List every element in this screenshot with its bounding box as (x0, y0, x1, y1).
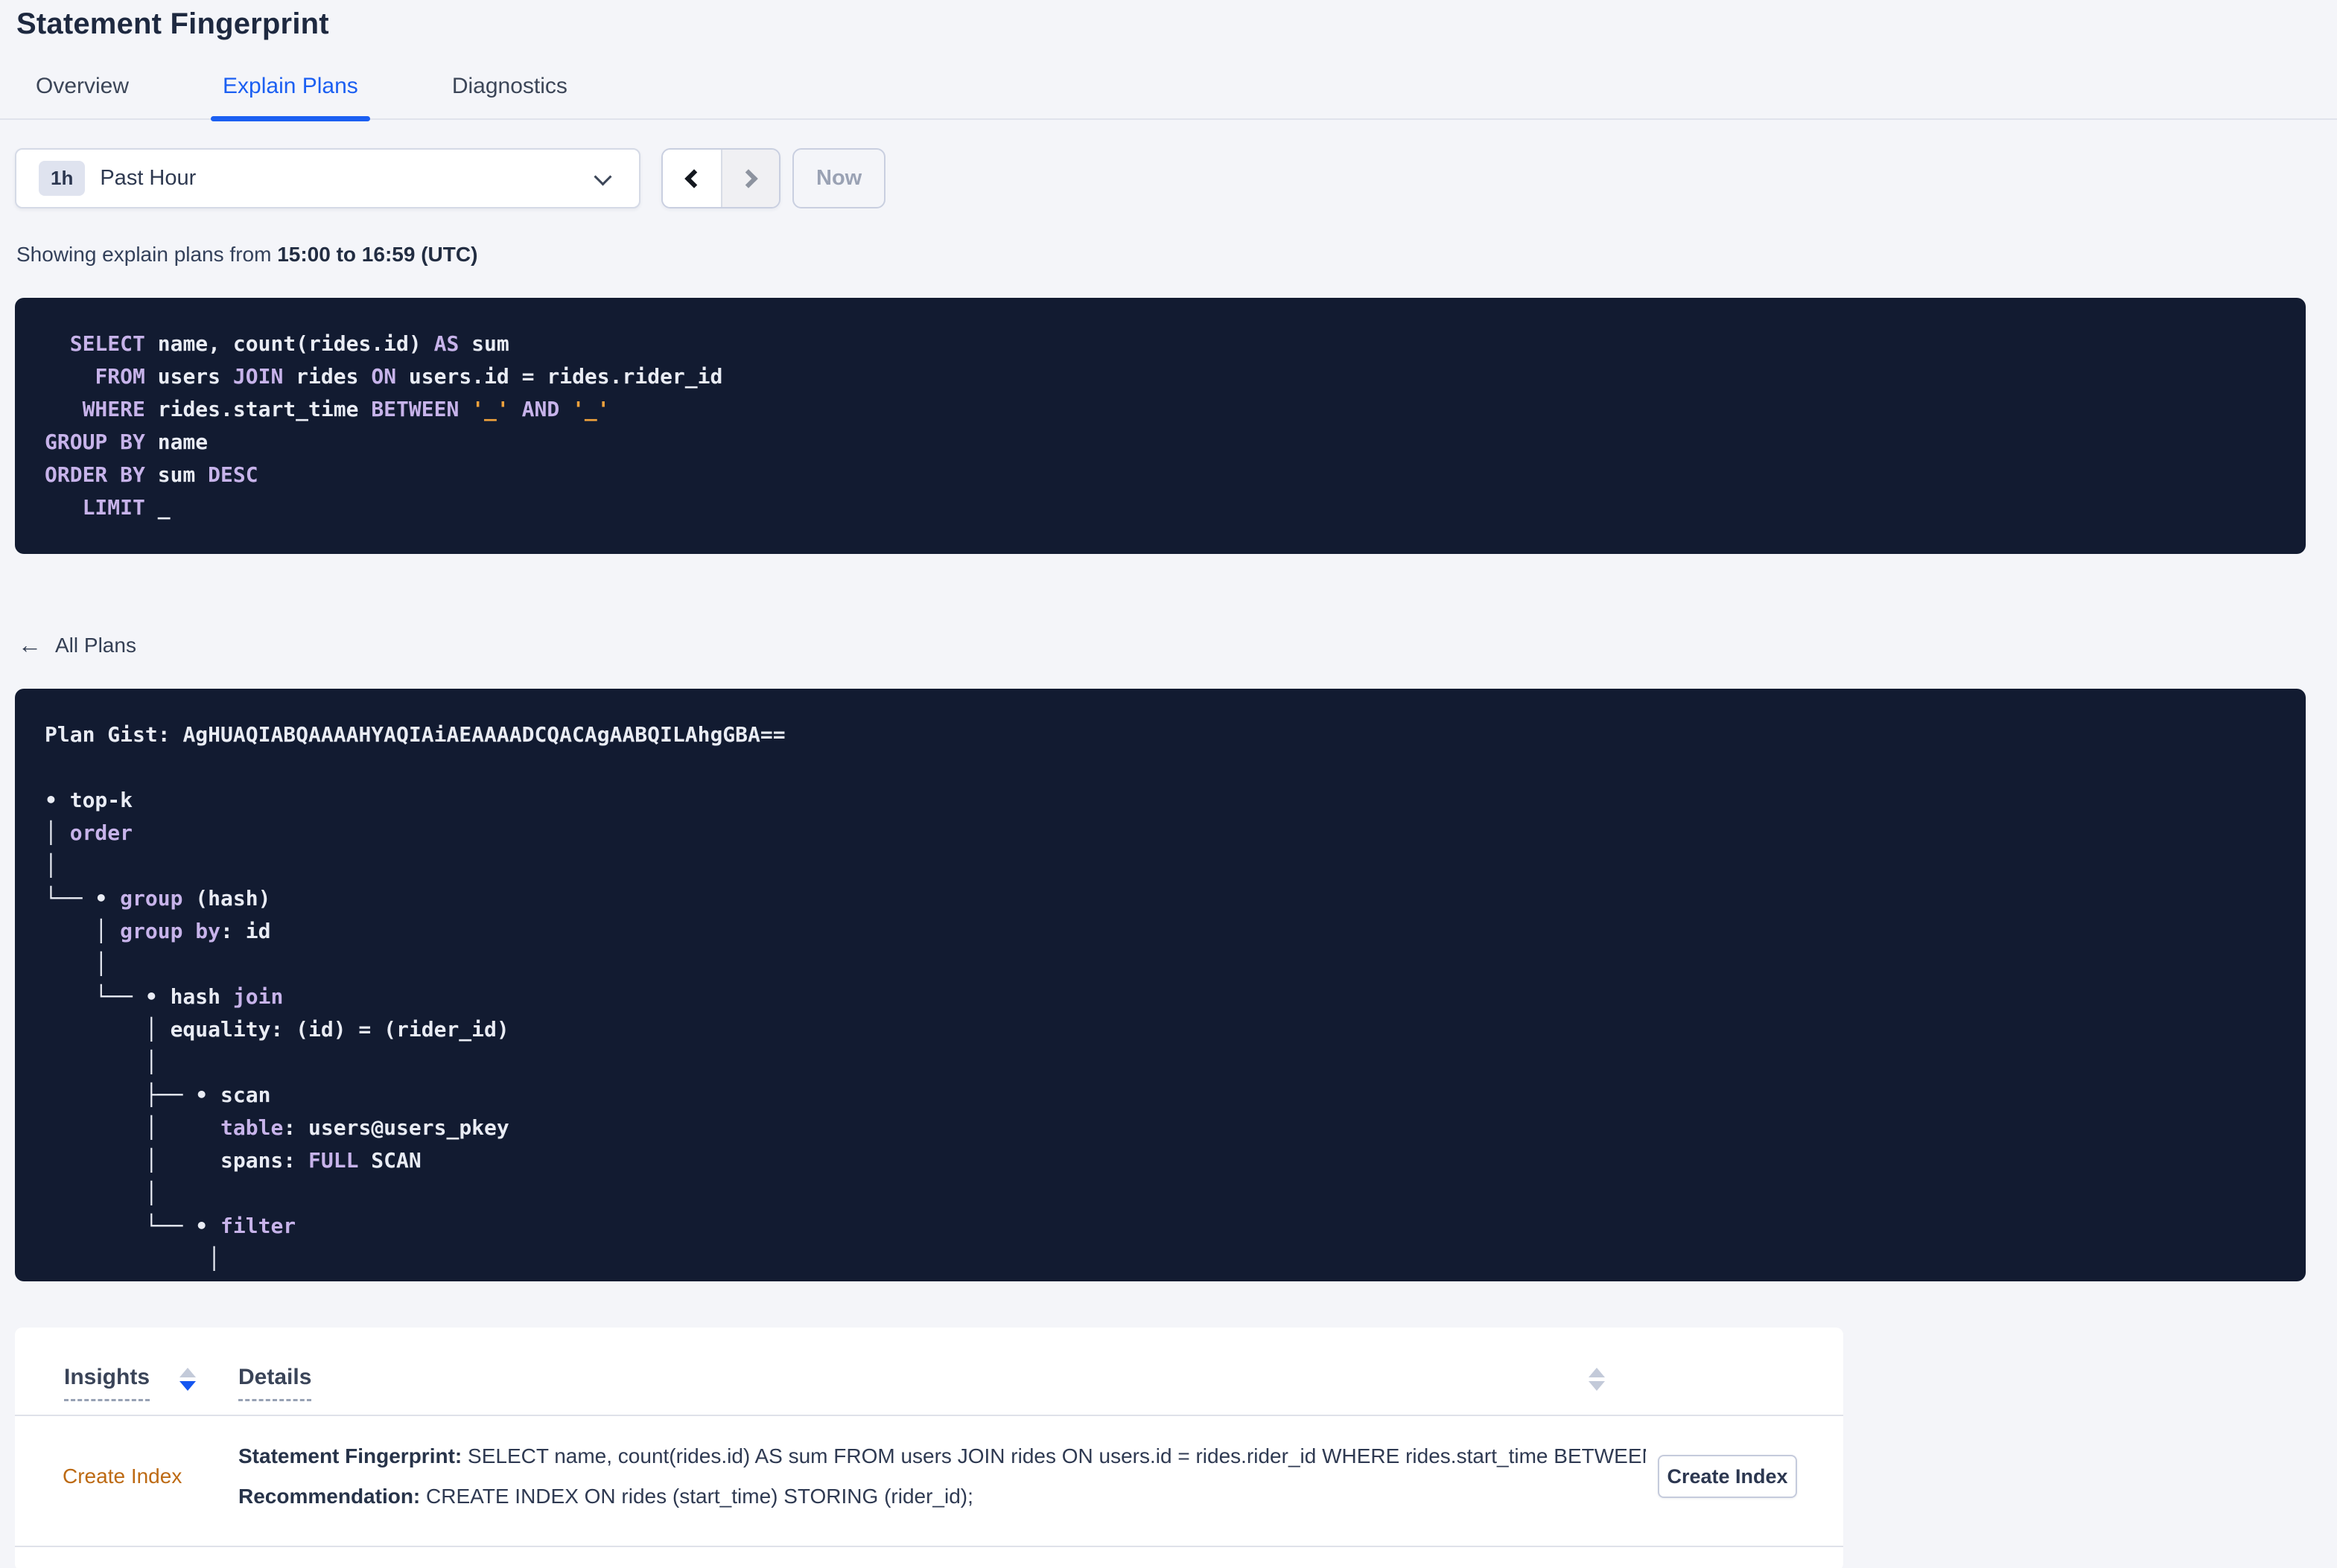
table-row: Create Index Statement Fingerprint: SELE… (15, 1416, 1843, 1508)
details-column-header[interactable]: Details (238, 1365, 1843, 1401)
insight-details: Statement Fingerprint: SELECT name, coun… (238, 1444, 1646, 1508)
statement-fingerprint-label: Statement Fingerprint: (238, 1444, 462, 1467)
time-range-caption: Showing explain plans from 15:00 to 16:5… (16, 243, 2337, 267)
table-footer-spacer (15, 1547, 1843, 1568)
sort-icon-insights (179, 1368, 197, 1391)
code-line: GROUP BY name (45, 430, 209, 454)
time-interval-arrows (661, 148, 780, 208)
code-line: SELECT name, count(rides.id) AS sum (69, 331, 509, 356)
recommendation-text: CREATE INDEX ON rides (start_time) STORI… (420, 1485, 973, 1508)
all-plans-link[interactable]: All Plans (18, 631, 136, 659)
insights-table-card: Insights Details Create Index Statement … (15, 1328, 1843, 1568)
recommendation-line: Recommendation: CREATE INDEX ON rides (s… (238, 1485, 1646, 1508)
code-line: │ group by: id (45, 919, 271, 943)
code-line: │ order (45, 820, 133, 845)
details-header-label: Details (238, 1365, 312, 1401)
sort-icon-details (1589, 1368, 1605, 1401)
code-line: └── • group (hash) (45, 886, 271, 911)
tab-diagnostics[interactable]: Diagnostics (440, 74, 579, 118)
chevron-down-icon (594, 168, 612, 186)
insight-type-link[interactable]: Create Index (63, 1465, 238, 1488)
code-line: ├── • scan (45, 1083, 271, 1107)
now-button[interactable]: Now (792, 148, 886, 208)
code-line: │ (45, 853, 57, 878)
statement-fingerprint-line: Statement Fingerprint: SELECT name, coun… (238, 1444, 1646, 1468)
code-line: │ equality: (id) = (rider_id) (45, 1017, 509, 1042)
caption-range: 15:00 to 16:59 (UTC) (277, 243, 478, 266)
sort-up-arrow (179, 1368, 197, 1377)
code-line: │ (45, 1050, 158, 1074)
explain-plan-panel: Plan Gist: AgHUAQIABQAAAAHYAQIAiAEAAAADC… (15, 689, 2306, 1281)
code-line: FROM users JOIN rides ON users.id = ride… (95, 364, 723, 389)
code-line: LIMIT _ (82, 495, 171, 520)
tab-bar: Overview Explain Plans Diagnostics (0, 74, 2337, 121)
time-controls: 1h Past Hour Now (15, 148, 2337, 208)
back-arrow-icon (18, 631, 42, 659)
insights-column-header[interactable]: Insights (64, 1365, 238, 1401)
tab-overview[interactable]: Overview (24, 74, 141, 118)
all-plans-label: All Plans (55, 633, 136, 657)
sort-down-arrow (179, 1381, 197, 1391)
sort-down-arrow (1589, 1381, 1605, 1391)
code-line: │ spans: FULL SCAN (45, 1148, 422, 1173)
code-line: │ (45, 952, 108, 976)
tab-explain-plans[interactable]: Explain Plans (211, 74, 370, 121)
plan-gist-value: AgHUAQIABQAAAAHYAQIAiAEAAAADCQACAgAABQIL… (182, 722, 786, 747)
time-interval-select[interactable]: 1h Past Hour (15, 148, 640, 208)
plan-gist-line: Plan Gist: AgHUAQIABQAAAAHYAQIAiAEAAAADC… (45, 718, 2276, 751)
recommendation-label: Recommendation: (238, 1485, 421, 1508)
insights-table-header: Insights Details (15, 1365, 1843, 1401)
plan-tree: • top-k │ order │ └── • group (hash) │ grou… (45, 784, 2276, 1275)
plan-blank-line (45, 751, 2276, 784)
chevron-left-icon (684, 168, 704, 188)
code-line: │ table: users@users_pkey (45, 1115, 509, 1140)
previous-interval-button[interactable] (663, 150, 721, 207)
statement-fingerprint-text: SELECT name, count(rides.id) AS sum FROM… (462, 1444, 1646, 1467)
code-line: • top-k (45, 788, 133, 812)
time-interval-badge: 1h (39, 161, 86, 196)
next-interval-button[interactable] (721, 150, 779, 207)
chevron-right-icon (739, 168, 758, 188)
code-line: WHERE rides.start_time BETWEEN '_' AND '… (82, 397, 610, 421)
code-line: │ (45, 1181, 158, 1205)
insights-header-label: Insights (64, 1365, 150, 1401)
code-line: ORDER BY sum DESC (45, 462, 258, 487)
code-line: └── • filter (45, 1214, 296, 1238)
caption-prefix: Showing explain plans from (16, 243, 278, 266)
statement-fingerprint-page: Statement Fingerprint Overview Explain P… (0, 0, 2337, 1568)
sql-statement-panel: SELECT name, count(rides.id) AS sum FROM… (15, 298, 2306, 554)
create-index-button[interactable]: Create Index (1658, 1455, 1797, 1498)
code-line: │ (45, 1246, 221, 1271)
plan-gist-label: Plan Gist: (45, 722, 183, 747)
sort-up-arrow (1589, 1368, 1605, 1377)
code-line: └── • hash join (45, 984, 284, 1009)
time-interval-label: Past Hour (100, 166, 197, 190)
page-title: Statement Fingerprint (16, 7, 329, 40)
